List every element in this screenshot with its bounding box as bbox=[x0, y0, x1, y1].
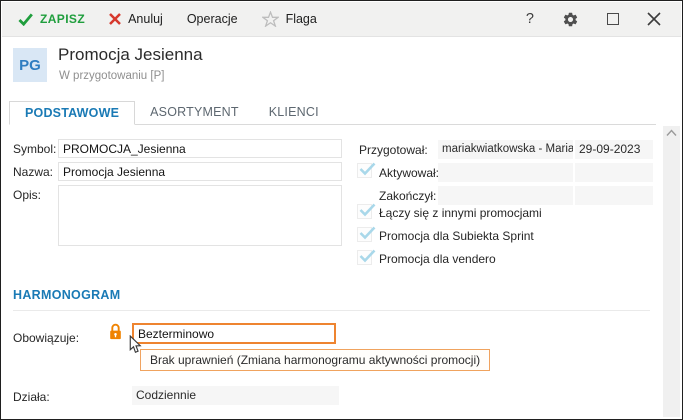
save-button[interactable]: ZAPISZ bbox=[18, 12, 85, 26]
vendero-checkbox[interactable] bbox=[357, 250, 372, 265]
avatar: PG bbox=[13, 48, 47, 82]
aktywowal-value bbox=[438, 163, 573, 182]
nazwa-input[interactable] bbox=[58, 162, 342, 181]
lock-icon bbox=[109, 323, 122, 345]
vendero-label: Promocja dla vendero bbox=[379, 252, 496, 266]
star-icon bbox=[262, 11, 279, 27]
pale-check-icon bbox=[359, 162, 376, 176]
section-divider bbox=[13, 310, 650, 311]
promotion-window: ZAPISZ Anuluj Operacje Flaga ? PG Promoc… bbox=[0, 0, 683, 420]
cancel-button-label: Anuluj bbox=[128, 12, 163, 26]
maximize-icon[interactable] bbox=[607, 13, 619, 25]
toolbar: ZAPISZ Anuluj Operacje Flaga ? bbox=[2, 2, 681, 37]
subiekt-sprint-checkbox[interactable] bbox=[357, 227, 372, 242]
scrollbar[interactable] bbox=[663, 126, 680, 417]
obowiazuje-label: Obowiązuje: bbox=[13, 331, 79, 345]
window-controls: ? bbox=[526, 11, 669, 28]
tab-podstawowe[interactable]: PODSTAWOWE bbox=[9, 101, 135, 125]
tab-bar: PODSTAWOWE ASORTYMENT KLIENCI bbox=[9, 101, 656, 125]
operations-menu-label: Operacje bbox=[187, 12, 238, 26]
aktywowal-date bbox=[575, 163, 653, 182]
laczy-sie-checkbox[interactable] bbox=[357, 204, 372, 219]
gear-icon[interactable] bbox=[562, 11, 579, 28]
nazwa-label: Nazwa: bbox=[13, 165, 53, 179]
symbol-input[interactable] bbox=[58, 139, 342, 158]
flag-button[interactable]: Flaga bbox=[262, 11, 317, 27]
subiekt-sprint-label: Promocja dla Subiekta Sprint bbox=[379, 229, 534, 243]
symbol-label: Symbol: bbox=[13, 142, 56, 156]
obowiazuje-input[interactable] bbox=[132, 323, 336, 344]
przygotowal-date: 29-09-2023 bbox=[575, 140, 653, 159]
pale-check-icon bbox=[359, 203, 376, 217]
opis-textarea[interactable] bbox=[58, 185, 342, 246]
pale-check-icon bbox=[359, 226, 376, 240]
chevron-up-icon bbox=[666, 129, 677, 137]
przygotowal-label: Przygotował: bbox=[359, 143, 428, 157]
save-button-label: ZAPISZ bbox=[40, 12, 85, 26]
dziala-label: Działa: bbox=[13, 390, 50, 404]
przygotowal-value: mariakwiatkowska - Maria bbox=[438, 140, 573, 159]
dziala-value: Codziennie bbox=[132, 386, 339, 405]
flag-button-label: Flaga bbox=[286, 12, 317, 26]
zakonczyl-label: Zakończył: bbox=[379, 189, 436, 203]
operations-menu[interactable]: Operacje bbox=[187, 12, 238, 26]
close-icon[interactable] bbox=[647, 12, 661, 26]
cancel-button[interactable]: Anuluj bbox=[109, 12, 163, 26]
zakonczyl-date bbox=[575, 186, 653, 205]
page-title: Promocja Jesienna bbox=[58, 45, 203, 65]
help-button[interactable]: ? bbox=[526, 11, 534, 27]
status-text: W przygotowaniu [P] bbox=[59, 70, 164, 82]
aktywowal-label: Aktywował: bbox=[379, 166, 439, 180]
harmonogram-section-title: HARMONOGRAM bbox=[13, 288, 120, 302]
laczy-sie-label: Łączy się z innymi promocjami bbox=[379, 206, 542, 220]
zakonczyl-value bbox=[438, 186, 573, 205]
x-icon bbox=[109, 13, 121, 25]
tab-asortyment[interactable]: ASORTYMENT bbox=[135, 101, 254, 124]
pale-check-icon bbox=[359, 249, 376, 263]
check-icon bbox=[18, 13, 33, 26]
permission-tooltip: Brak uprawnień (Zmiana harmonogramu akty… bbox=[140, 349, 490, 371]
tab-klienci[interactable]: KLIENCI bbox=[254, 101, 334, 124]
opis-label: Opis: bbox=[13, 188, 41, 202]
aktywowal-checkbox[interactable] bbox=[357, 163, 372, 178]
